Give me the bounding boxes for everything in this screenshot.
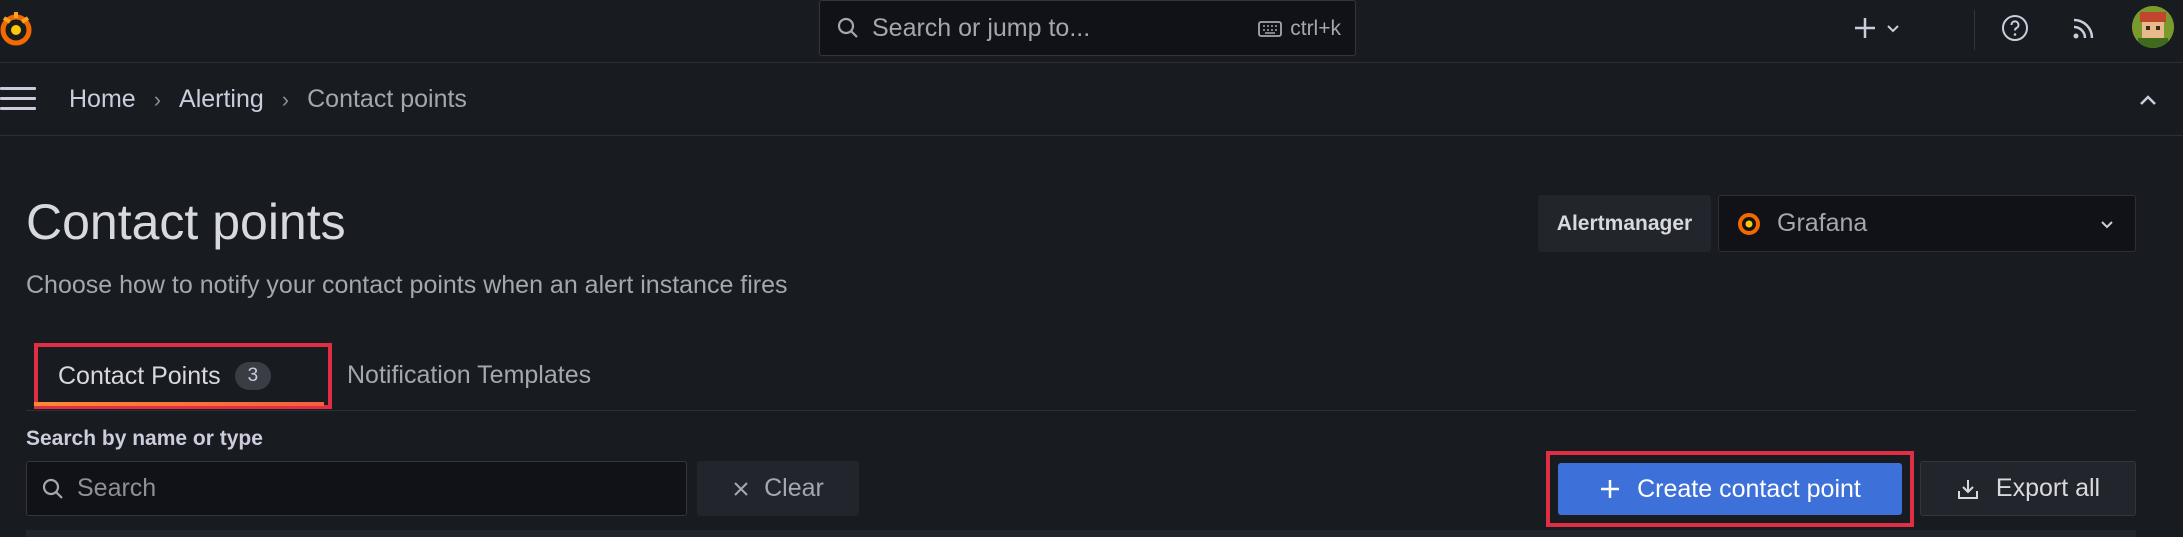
clear-button[interactable]: Clear [697,461,859,516]
alertmanager-label: Alertmanager [1538,195,1711,252]
grafana-logo-icon[interactable] [0,6,40,54]
rss-icon [2073,18,2094,39]
tab-contact-points[interactable]: Contact Points 3 [34,343,332,409]
keyboard-shortcut: ctrl+k [1258,17,1341,41]
plus-icon [1855,18,1875,38]
export-all-button[interactable]: Export all [1920,461,2136,516]
global-search-input[interactable]: Search or jump to... ctrl+k [819,0,1356,56]
clear-label: Clear [764,474,824,502]
help-icon [2002,15,2028,41]
breadcrumb: Home › Alerting › Contact points [69,85,467,114]
news-button[interactable] [2070,0,2098,56]
download-icon [1957,479,1978,499]
menu-toggle-icon[interactable] [0,87,36,113]
search-input[interactable]: Search [26,461,687,516]
user-avatar[interactable] [2132,6,2174,48]
breadcrumb-alerting[interactable]: Alerting [179,85,264,114]
alertmanager-value: Grafana [1777,209,1868,237]
top-bar: Search or jump to... ctrl+k [0,0,2183,63]
shortcut-text: ctrl+k [1290,17,1341,40]
chevron-up-icon[interactable] [2136,89,2160,113]
search-icon [837,17,858,38]
help-button[interactable] [2001,0,2029,56]
page-subtitle: Choose how to notify your contact points… [26,271,788,299]
create-label: Create contact point [1637,474,1861,503]
search-placeholder: Search [77,474,157,502]
breadcrumb-separator-icon: › [281,86,290,112]
search-placeholder: Search or jump to... [872,13,1091,42]
chevron-down-icon [2101,221,2113,229]
breadcrumb-separator-icon: › [153,86,162,112]
create-button-highlight: Create contact point [1546,451,1914,527]
close-icon [734,481,748,496]
list-header-strip [26,530,2136,537]
chevron-down-icon [1887,25,1899,33]
breadcrumb-bar: Home › Alerting › Contact points [0,63,2183,136]
count-badge: 3 [234,362,272,390]
tab-label: Contact Points [58,361,221,390]
new-menu-button[interactable] [1852,0,1902,56]
keyboard-icon [1258,21,1283,37]
breadcrumb-current: Contact points [307,85,467,113]
page-title: Contact points [26,194,346,250]
alertmanager-select[interactable]: Grafana [1718,195,2136,252]
breadcrumb-home[interactable]: Home [69,85,136,114]
export-label: Export all [1995,474,2101,502]
toolbar-divider [1974,10,1975,50]
tab-notification-templates[interactable]: Notification Templates [347,361,591,390]
search-label: Search by name or type [26,427,263,450]
active-tab-indicator [34,402,324,406]
create-contact-point-button[interactable]: Create contact point [1558,463,1902,515]
search-icon [42,478,63,499]
grafana-logo-icon [1738,212,1760,235]
tab-bar: Contact Points 3 Notification Templates [26,343,2136,411]
plus-icon [1601,480,1620,498]
